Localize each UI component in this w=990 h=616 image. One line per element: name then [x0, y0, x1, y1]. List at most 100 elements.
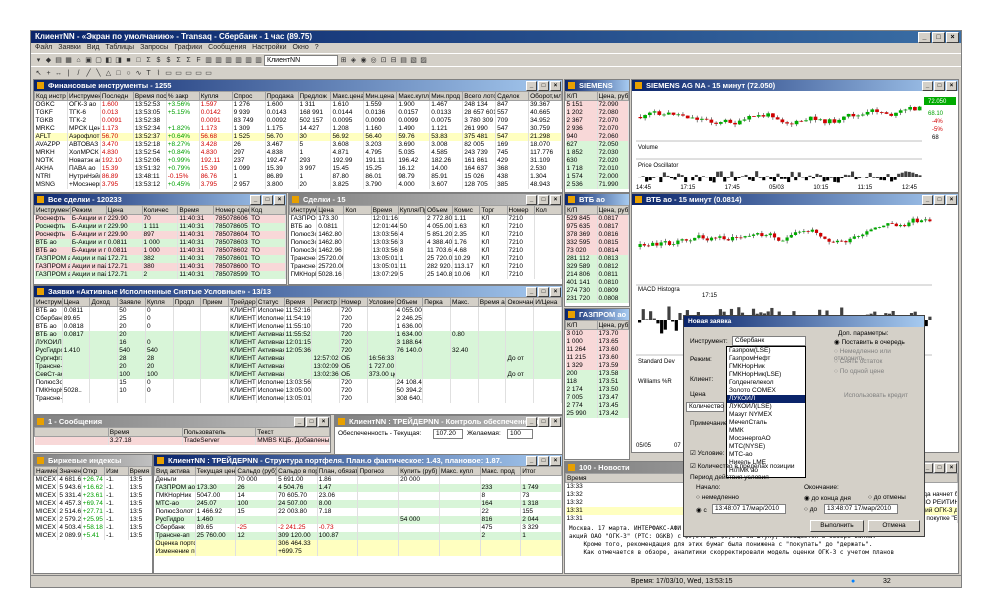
table-row[interactable]: Сбербанк 89.65 -25 -2 241.25 -0.73 475 3 329: [154, 524, 562, 532]
menu-item[interactable]: Файл: [35, 43, 52, 53]
win-max-button[interactable]: □: [538, 456, 549, 466]
column-header[interactable]: Номер: [506, 205, 535, 215]
start-from-radio[interactable]: ◉ с: [696, 506, 707, 514]
end-datetime[interactable]: 13:48:07 17/мар/2010: [824, 504, 898, 514]
column-header[interactable]: Кол: [533, 205, 562, 215]
table-row[interactable]: ГАЗПРОМ ао173.30 12:01:16 2 772.801.11КЛ72…: [289, 214, 562, 223]
table-row[interactable]: 2 174 173.50: [565, 386, 629, 394]
instrument-dropdown[interactable]: Газпром(LSE) ГазпромНефт ГМКНорНик ГМКНорНи…: [726, 346, 806, 478]
table-row[interactable]: 231 720 0.0808: [565, 295, 629, 303]
column-header[interactable]: Объем: [424, 205, 454, 215]
target-value[interactable]: 100: [507, 429, 533, 439]
menu-item[interactable]: Настройки: [252, 43, 286, 53]
toolbar-icon[interactable]: □: [134, 56, 143, 65]
toolbar-icon[interactable]: ▦: [64, 56, 73, 65]
menu-item[interactable]: Таблицы: [106, 43, 135, 53]
column-header[interactable]: Макс. купл: [438, 466, 481, 476]
win-close-button[interactable]: ×: [550, 456, 561, 466]
table-row[interactable]: MICEX TLC2 089.98+5.41-1.13:5: [34, 532, 152, 540]
table-row[interactable]: ГАЗПРОМ аоАкции и пай172.7138011:40:3178…: [34, 263, 286, 271]
column-header[interactable]: Время активн: [477, 297, 507, 307]
column-header[interactable]: Купить (руб): [398, 466, 440, 476]
start-now-radio[interactable]: ○ немедленно: [696, 494, 739, 501]
table-row[interactable]: 529 845 0.0817: [565, 214, 629, 223]
table-row[interactable]: 5 151 72.090: [565, 100, 629, 109]
table-row[interactable]: AFLT Аэрофлот 56.70 13:52:37 +0.64% 56.68 1 52…: [34, 133, 562, 141]
win-min-button[interactable]: _: [250, 195, 261, 205]
column-header[interactable]: Комис: [452, 205, 481, 215]
table-row[interactable]: ПолюсЗолот 150 КЛИЕНТNNИсполнена13:03:56 72…: [34, 379, 562, 387]
portfolio-table[interactable]: Вид актива Текущая цена Сальдо (руб) Сальдо…: [154, 466, 562, 556]
table-row[interactable]: СевСт-ао 100100 КЛИЕНТNNАктивная 13:02:36ОБ…: [34, 371, 562, 379]
toolbar-icon[interactable]: ▧: [409, 56, 418, 65]
column-header[interactable]: Цена: [316, 205, 345, 215]
table-row[interactable]: 11 264 173.60: [565, 346, 629, 354]
column-header[interactable]: Последн: [99, 91, 134, 101]
column-header[interactable]: Прогноз: [357, 466, 400, 476]
dropdown-option[interactable]: Мазут NYMEX: [727, 411, 805, 419]
maximize-button[interactable]: □: [932, 32, 945, 43]
dropdown-option[interactable]: ГазпромНефт: [727, 355, 805, 363]
toolbar-icon[interactable]: ⊞: [339, 56, 348, 65]
table-row[interactable]: Трансне-ап КЛИЕНТNNИсполнена13:05:01 720 30…: [34, 395, 562, 403]
column-header[interactable]: Цена: [105, 205, 143, 215]
column-header[interactable]: Вид актива: [154, 466, 196, 476]
toolbar-icon[interactable]: $: [154, 56, 163, 65]
toolbar-icon[interactable]: ◧: [104, 56, 113, 65]
win-max-button[interactable]: □: [934, 195, 945, 205]
close-button[interactable]: ×: [946, 32, 959, 43]
table-row[interactable]: 2 367 72.070: [565, 117, 629, 125]
toolbar-icon[interactable]: ▥: [234, 56, 243, 65]
column-header[interactable]: Инструмент: [66, 91, 101, 101]
params-group[interactable]: ◉ Поставить в очередь ○ Немедленно или от…: [834, 338, 920, 378]
qty-position-checkbox[interactable]: ☑ Количество в пределах позиции: [690, 462, 795, 470]
win-close-button[interactable]: ×: [274, 195, 285, 205]
table-row[interactable]: Оценка портфеля без дисконта: 306 464.33: [154, 540, 562, 548]
column-header[interactable]: Пользователь: [181, 427, 257, 437]
table-row[interactable]: Трансне-ап25720.00 13:05:01125 720.0010.2…: [289, 255, 562, 263]
win-min-button[interactable]: _: [526, 287, 537, 297]
toolbar-icon[interactable]: ■: [124, 56, 133, 65]
table-row[interactable]: РоснефтьБ-Акции и пай229.901 11111:40:31…: [34, 223, 286, 231]
table-row[interactable]: MICEX O&G2 579.29+25.95-1.13:5: [34, 516, 152, 524]
win-close-button[interactable]: ×: [550, 195, 561, 205]
toolbar-icon[interactable]: ▥: [214, 56, 223, 65]
column-header[interactable]: Значение: [57, 466, 82, 476]
dropdown-option[interactable]: МечелСталь: [727, 419, 805, 427]
column-header[interactable]: Продл: [172, 297, 202, 307]
column-header[interactable]: Наименование: [34, 466, 59, 476]
menu-item[interactable]: Окно: [292, 43, 308, 53]
dropdown-option[interactable]: Голденгелекол: [727, 379, 805, 387]
menu-item[interactable]: Сообщения: [208, 43, 246, 53]
win-min-button[interactable]: _: [526, 417, 537, 427]
indices-window[interactable]: Биржевые индексы НаименованиеЗначениеОтк…: [33, 454, 153, 574]
toolbar-icon[interactable]: ▾: [34, 56, 43, 65]
table-row[interactable]: ВТБ ао0.0811 500 КЛИЕНТNNИсполнена11:52:16…: [34, 306, 562, 315]
use-credit-checkbox[interactable]: Использовать кредит: [844, 392, 908, 399]
table-row[interactable]: ПолюсЗолот1462.80 13:03:5634 388.401.76КЛ…: [289, 239, 562, 247]
table-row[interactable]: MRKHХолМРСК ао4.83013:52:54+0.84%4.83029…: [34, 149, 562, 157]
table-row[interactable]: 630 72.020: [565, 157, 629, 165]
client-select[interactable]: КлиентNN: [264, 54, 338, 66]
column-header[interactable]: Всего лотов: [462, 91, 497, 101]
table-row[interactable]: ВТБ ао0.0818 200 КЛИЕНТNNИсполнена11:55:10…: [34, 323, 562, 331]
table-row[interactable]: ПолюсЗолот1462.96 13:03:56811 703.684.68К…: [289, 247, 562, 255]
dropdown-option[interactable]: ЛУКОЙЛ(LSE): [727, 403, 805, 411]
instrument-select[interactable]: Сбербанк: [732, 336, 806, 346]
table-row[interactable]: 118 173.51: [565, 378, 629, 386]
table-row[interactable]: 940 72.060: [565, 133, 629, 141]
column-header[interactable]: Цена, руб: [596, 91, 629, 101]
column-header[interactable]: Цена, руб: [596, 205, 629, 215]
table-row[interactable]: NOTK Новатэк ао 192.10 13:52:06 +0.99% 192.11…: [34, 157, 562, 165]
win-max-button[interactable]: □: [934, 81, 945, 91]
toolbar-icon[interactable]: Σ: [184, 56, 193, 65]
table-row[interactable]: 1 329 173.59: [565, 362, 629, 370]
table-row[interactable]: ГАЗПРОМ аоАкции и пай172.71211:40:317850…: [34, 271, 286, 279]
win-close-button[interactable]: ×: [550, 287, 561, 297]
end-to-radio[interactable]: ○ до: [804, 506, 817, 513]
toolbar-icon[interactable]: ⊡: [379, 56, 388, 65]
table-row[interactable]: ВТБ аоБ-Акции и пай0.08111 00011:40:3178…: [34, 247, 286, 255]
table-row[interactable]: MICEX MM4 457.36+69.74-1.13:5: [34, 500, 152, 508]
toolbar-icon[interactable]: ◈: [349, 56, 358, 65]
dropdown-option[interactable]: МТС(NYSE): [727, 443, 805, 451]
